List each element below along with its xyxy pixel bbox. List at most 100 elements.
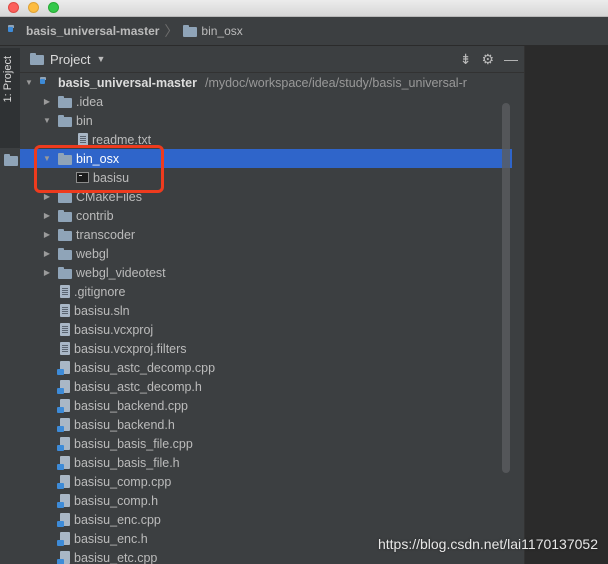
source-file-icon — [57, 437, 70, 451]
tree-item-label: transcoder — [76, 227, 136, 242]
annotation-highlight-box — [34, 145, 164, 193]
source-file-icon — [57, 475, 70, 489]
project-folder-icon — [30, 53, 44, 65]
tree-item-label: basisu_comp.h — [74, 493, 159, 508]
tree-item[interactable]: basisu.vcxproj.filters — [20, 339, 512, 358]
expand-arrow-icon[interactable]: ▶ — [42, 97, 52, 106]
folder-icon — [58, 228, 72, 241]
tree-item[interactable]: ▶ contrib — [20, 206, 512, 225]
breadcrumb-separator: 〉 — [164, 23, 179, 39]
tree-item[interactable]: basisu_basis_file.cpp — [20, 434, 512, 453]
tree-item-label: basisu.sln — [74, 303, 130, 318]
breadcrumb-child[interactable]: bin_osx — [183, 17, 243, 45]
tree-item[interactable]: ▶ webgl_videotest — [20, 263, 512, 282]
editor-area — [524, 46, 608, 564]
tree-item[interactable]: basisu_comp.cpp — [20, 472, 512, 491]
expand-arrow-icon[interactable]: ▶ — [42, 211, 52, 220]
tree-item-label: contrib — [76, 208, 114, 223]
source-file-icon — [57, 418, 70, 432]
breadcrumb-root[interactable]: basis_universal-master — [8, 17, 159, 45]
tree-item-label: basisu.vcxproj.filters — [74, 341, 187, 356]
source-file-icon — [57, 513, 70, 527]
tree-item[interactable]: ▼ bin — [20, 111, 512, 130]
tree-item[interactable]: basisu_enc.cpp — [20, 510, 512, 529]
folder-icon — [183, 25, 198, 37]
project-panel: Project ▼ ⇟ ⚙ — ▼ basis_universal-master… — [20, 46, 524, 564]
tree-root[interactable]: ▼ basis_universal-master /mydoc/workspac… — [20, 73, 512, 92]
tree-root-label: basis_universal-master — [58, 75, 197, 90]
collapse-all-icon[interactable]: ⇟ — [460, 52, 472, 66]
minimize-window-button[interactable] — [28, 2, 39, 13]
folder-icon — [58, 95, 72, 108]
panel-title-label: Project — [50, 51, 91, 67]
tree-item-label: basisu_basis_file.cpp — [74, 436, 193, 451]
source-file-icon — [57, 494, 70, 508]
expand-arrow-icon[interactable]: ▼ — [42, 116, 52, 125]
tree-item-label: basisu_backend.cpp — [74, 398, 188, 413]
source-file-icon — [57, 380, 70, 394]
tree-item-label: bin — [76, 113, 93, 128]
file-icon — [60, 342, 70, 355]
watermark: https://blog.csdn.net/lai1170137052 — [377, 536, 598, 552]
tree-item[interactable]: .gitignore — [20, 282, 512, 301]
vertical-scrollbar[interactable] — [502, 103, 510, 473]
folder-icon — [58, 247, 72, 260]
source-file-icon — [57, 399, 70, 413]
tree-item-label: webgl_videotest — [76, 265, 166, 280]
tree-item-label: basisu_etc.cpp — [74, 550, 158, 564]
source-file-icon — [57, 532, 70, 546]
structure-icon[interactable] — [4, 154, 18, 166]
folder-icon — [58, 209, 72, 222]
source-file-icon — [57, 361, 70, 375]
tree-item[interactable]: ▶ webgl — [20, 244, 512, 263]
tool-tab-project-label: 1: Project — [2, 56, 14, 103]
tree-item-label: .gitignore — [74, 284, 126, 299]
tree-item[interactable]: basisu_backend.h — [20, 415, 512, 434]
tree-item-label: basisu_backend.h — [74, 417, 175, 432]
tree-item[interactable]: basisu_comp.h — [20, 491, 512, 510]
tree-root-path: /mydoc/workspace/idea/study/basis_univer… — [204, 75, 467, 90]
hide-panel-icon[interactable]: — — [504, 52, 518, 66]
breadcrumb-child-label: bin_osx — [201, 24, 243, 38]
gear-icon[interactable]: ⚙ — [481, 52, 494, 66]
tool-tab-project[interactable]: 1: Project — [0, 48, 20, 148]
tree-item-label: basisu_enc.cpp — [74, 512, 161, 527]
maximize-window-button[interactable] — [48, 2, 59, 13]
tree-item[interactable]: ▶ transcoder — [20, 225, 512, 244]
source-file-icon — [57, 551, 70, 564]
panel-toolbar: ⇟ ⚙ — — [460, 46, 518, 72]
tree-item[interactable]: ▶ .idea — [20, 92, 512, 111]
expand-arrow-icon[interactable]: ▶ — [42, 230, 52, 239]
expand-arrow-icon[interactable]: ▶ — [42, 249, 52, 258]
navigation-bar: basis_universal-master 〉 bin_osx — [0, 17, 608, 46]
file-icon — [60, 323, 70, 336]
tree-item-label: basisu_enc.h — [74, 531, 148, 546]
expand-arrow-icon[interactable]: ▼ — [24, 78, 34, 87]
chevron-down-icon: ▼ — [96, 54, 106, 64]
tree-item-label: basisu_astc_decomp.cpp — [74, 360, 216, 375]
tree-item-label: webgl — [76, 246, 109, 261]
tree-item[interactable]: basisu.sln — [20, 301, 512, 320]
tree-item[interactable]: basisu_astc_decomp.cpp — [20, 358, 512, 377]
tree-item-label: .idea — [76, 94, 104, 109]
tree-item-label: basisu_astc_decomp.h — [74, 379, 202, 394]
project-panel-header: Project ▼ ⇟ ⚙ — — [20, 46, 524, 73]
expand-arrow-icon[interactable]: ▶ — [42, 268, 52, 277]
tree-item-label: basisu_comp.cpp — [74, 474, 172, 489]
tree-item[interactable]: basisu.vcxproj — [20, 320, 512, 339]
module-folder-icon — [40, 76, 54, 89]
module-folder-icon — [8, 25, 22, 37]
folder-icon — [58, 114, 72, 127]
file-icon — [60, 304, 70, 317]
window-title-bar — [0, 0, 608, 17]
source-file-icon — [57, 456, 70, 470]
close-window-button[interactable] — [8, 2, 19, 13]
tree-item[interactable]: basisu_astc_decomp.h — [20, 377, 512, 396]
expand-arrow-icon[interactable]: ▶ — [42, 192, 52, 201]
tree-item[interactable]: basisu_backend.cpp — [20, 396, 512, 415]
tree-item-label: basisu.vcxproj — [74, 322, 154, 337]
tree-item[interactable]: basisu_basis_file.h — [20, 453, 512, 472]
file-icon — [60, 285, 70, 298]
breadcrumb-root-label: basis_universal-master — [26, 24, 160, 38]
project-view-selector[interactable]: Project ▼ — [30, 52, 105, 67]
